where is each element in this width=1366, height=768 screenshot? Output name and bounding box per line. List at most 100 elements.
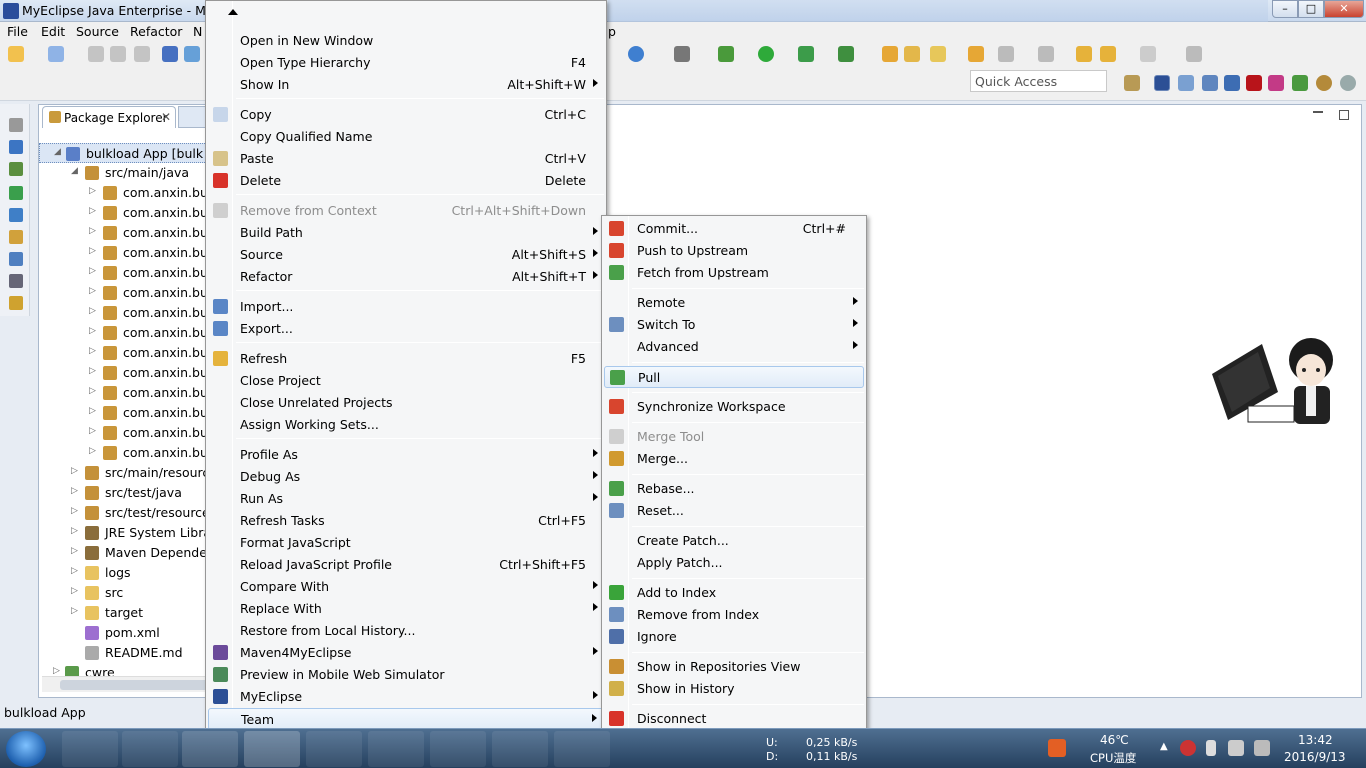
tree-expand-icon[interactable]: ▷: [89, 426, 96, 436]
team-item-advanced[interactable]: Advanced: [604, 336, 864, 358]
tree-item[interactable]: ▷ src: [39, 583, 207, 603]
tree-item[interactable]: ▷ logs: [39, 563, 207, 583]
volume-icon[interactable]: [1254, 740, 1270, 756]
start-button[interactable]: [6, 731, 46, 767]
team-item-fetch-from-upstream[interactable]: Fetch from Upstream: [604, 262, 864, 284]
menu-source[interactable]: Source: [76, 24, 119, 39]
tasks-view-icon[interactable]: [9, 274, 23, 288]
tree-item[interactable]: ▷ com.anxin.bull: [39, 383, 207, 403]
folder-icon[interactable]: [968, 46, 984, 62]
menu-scroll-up-icon[interactable]: [228, 9, 238, 15]
run-icon[interactable]: [758, 46, 774, 62]
menu-item-show-in[interactable]: Show In Alt+Shift+W: [208, 74, 604, 96]
tree-item[interactable]: pom.xml: [39, 623, 207, 643]
tree-item[interactable]: ▷ target: [39, 603, 207, 623]
menu-item-debug-as[interactable]: Debug As: [208, 466, 604, 488]
tree-expand-icon[interactable]: ▷: [89, 246, 96, 256]
menu-item-refactor[interactable]: Refactor Alt+Shift+T: [208, 266, 604, 288]
menu-refactor[interactable]: Refactor: [130, 24, 182, 39]
team-perspective-icon[interactable]: [1268, 75, 1284, 91]
tree-item[interactable]: ▷ cwre: [39, 663, 207, 677]
prev-annotation-icon[interactable]: [1038, 46, 1054, 62]
tree-item[interactable]: ▷ com.anxin.bull: [39, 223, 207, 243]
tree-expand-icon[interactable]: ▷: [71, 506, 78, 516]
team-item-add-to-index[interactable]: Add to Index: [604, 582, 864, 604]
taskbar-app-paint[interactable]: [62, 731, 118, 767]
menu-item-format-javascript[interactable]: Format JavaScript: [208, 532, 604, 554]
team-item-create-patch[interactable]: Create Patch...: [604, 530, 864, 552]
team-item-disconnect[interactable]: Disconnect: [604, 708, 864, 730]
tree-expand-icon[interactable]: ◢: [71, 166, 78, 176]
minimize-button[interactable]: –: [1272, 0, 1298, 18]
menu-item-replace-with[interactable]: Replace With: [208, 598, 604, 620]
menu-item-run-as[interactable]: Run As: [208, 488, 604, 510]
taskbar-app-explorer[interactable]: [306, 731, 362, 767]
back-icon[interactable]: [1076, 46, 1092, 62]
team-item-show-in-repositories-view[interactable]: Show in Repositories View: [604, 656, 864, 678]
team-item-push-to-upstream[interactable]: Push to Upstream: [604, 240, 864, 262]
tree-expand-icon[interactable]: ▷: [89, 226, 96, 236]
open-type-icon[interactable]: [882, 46, 898, 62]
tree-expand-icon[interactable]: ▷: [71, 586, 78, 596]
tree-expand-icon[interactable]: ▷: [89, 306, 96, 316]
restore-view-icon[interactable]: [9, 118, 23, 132]
tree-expand-icon[interactable]: ▷: [71, 486, 78, 496]
console-view-icon[interactable]: [9, 230, 23, 244]
clock-date[interactable]: 2016/9/13: [1284, 750, 1346, 764]
tab-close-icon[interactable]: ✕: [161, 110, 171, 124]
menu-edit[interactable]: Edit: [41, 24, 65, 39]
tree-expand-icon[interactable]: ▷: [89, 206, 96, 216]
qq-icon[interactable]: [1180, 740, 1196, 756]
tree-item[interactable]: README.md: [39, 643, 207, 663]
editor-minimize-icon[interactable]: [1313, 111, 1323, 114]
quick-access-input[interactable]: Quick Access: [970, 70, 1107, 92]
save-all-icon[interactable]: [110, 46, 126, 62]
taskbar-app-chrome[interactable]: [122, 731, 178, 767]
open-perspective-icon[interactable]: [1124, 75, 1140, 91]
tab-package-explorer[interactable]: Package Explorer ✕: [42, 106, 176, 128]
menu-item-open-in-new-window[interactable]: Open in New Window: [208, 30, 604, 52]
team-item-remove-from-index[interactable]: Remove from Index: [604, 604, 864, 626]
tree-item[interactable]: ◢ src/main/java: [39, 163, 207, 183]
menu-item-import[interactable]: Import...: [208, 296, 604, 318]
tree-expand-icon[interactable]: ▷: [71, 466, 78, 476]
tree-expand-icon[interactable]: ◢: [54, 147, 61, 157]
tree-item[interactable]: ▷ src/test/resource: [39, 503, 207, 523]
search-icon[interactable]: [930, 46, 946, 62]
tree-expand-icon[interactable]: ▷: [71, 546, 78, 556]
taskbar-app-green[interactable]: [368, 731, 424, 767]
menu-item-compare-with[interactable]: Compare With: [208, 576, 604, 598]
menu-file[interactable]: File: [7, 24, 28, 39]
tree-item[interactable]: ▷ com.anxin.bull: [39, 303, 207, 323]
menu-item-delete[interactable]: Delete Delete: [208, 170, 604, 192]
problems-view-icon[interactable]: [9, 252, 23, 266]
taskbar-app-myeclipse[interactable]: [244, 731, 300, 767]
team-item-remote[interactable]: Remote: [604, 292, 864, 314]
menu-item-close-project[interactable]: Close Project: [208, 370, 604, 392]
screen-icon[interactable]: [674, 46, 690, 62]
new-project-icon[interactable]: [48, 46, 64, 62]
team-item-commit[interactable]: Commit... Ctrl+#: [604, 218, 864, 240]
tree-item[interactable]: ▷ com.anxin.bull: [39, 183, 207, 203]
menu-item-export[interactable]: Export...: [208, 318, 604, 340]
tree-expand-icon[interactable]: ▷: [89, 326, 96, 336]
git-perspective-icon[interactable]: [1316, 75, 1332, 91]
java-perspective-icon[interactable]: [1178, 75, 1194, 91]
menu-item-paste[interactable]: Paste Ctrl+V: [208, 148, 604, 170]
print-icon[interactable]: [134, 46, 150, 62]
tree-expand-icon[interactable]: ▷: [89, 286, 96, 296]
servers-view-icon[interactable]: [9, 186, 23, 200]
tree-item[interactable]: ▷ com.anxin.bull: [39, 403, 207, 423]
menu-item-reload-javascript-profile[interactable]: Reload JavaScript Profile Ctrl+Shift+F5: [208, 554, 604, 576]
menu-item-myeclipse[interactable]: MyEclipse: [208, 686, 604, 708]
editor-maximize-icon[interactable]: [1339, 110, 1349, 120]
tree-expand-icon[interactable]: ▷: [89, 446, 96, 456]
menu-item-profile-as[interactable]: Profile As: [208, 444, 604, 466]
tree-expand-icon[interactable]: ▷: [53, 666, 60, 676]
tree-item[interactable]: ▷ com.anxin.bull: [39, 243, 207, 263]
taskbar-app-folder[interactable]: [554, 731, 610, 767]
forward-arrow-icon[interactable]: [1140, 46, 1156, 62]
next-annotation-icon[interactable]: [998, 46, 1014, 62]
tree-expand-icon[interactable]: ▷: [89, 266, 96, 276]
menu-item-preview-in-mobile-web-simulator[interactable]: Preview in Mobile Web Simulator: [208, 664, 604, 686]
